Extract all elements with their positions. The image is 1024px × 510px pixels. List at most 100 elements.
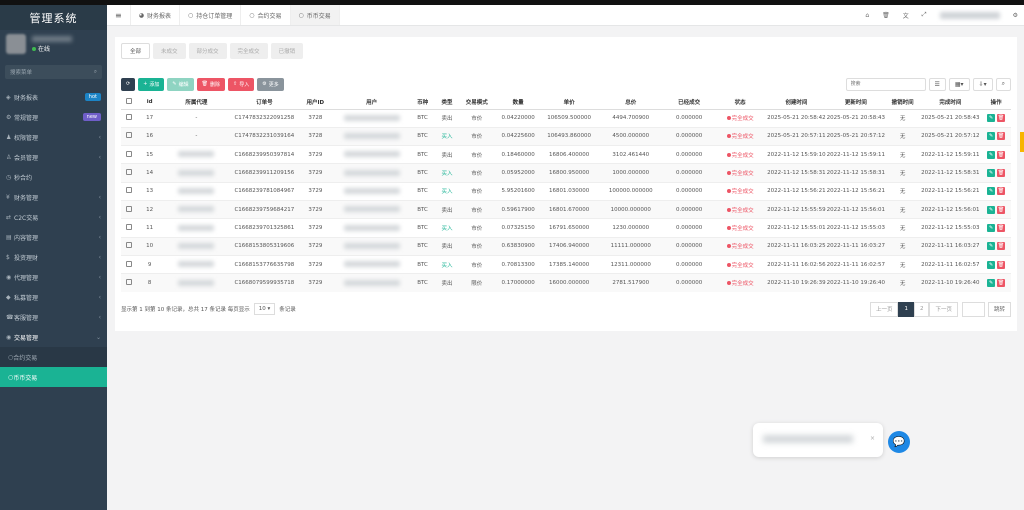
edit-row-icon[interactable]: ✎ — [987, 242, 996, 251]
sidebar-item-4[interactable]: ◷ 秒合约 — [0, 167, 107, 187]
edit-row-icon[interactable]: ✎ — [987, 114, 996, 123]
edit-row-icon[interactable]: ✎ — [987, 205, 996, 214]
table-row[interactable]: 12 C1668239759684217 3729 BTC 卖出 市价 0.59617900… — [121, 199, 1011, 219]
table-row[interactable]: 9 C1668153776635798 3729 BTC 买入 市价 0.70813300 1… — [121, 254, 1011, 274]
row-checkbox[interactable] — [121, 108, 138, 128]
submenu-item-1[interactable]: ○ 币币交易 — [0, 367, 107, 387]
table-row[interactable]: 15 C1668239950397814 3729 BTC 卖出 市价 0.18460000… — [121, 145, 1011, 164]
side-tab[interactable] — [1020, 132, 1024, 152]
edit-row-icon[interactable]: ✎ — [987, 187, 996, 196]
delete-row-icon[interactable]: 🗑 — [997, 132, 1006, 141]
delete-button[interactable]: 🗑 删除 — [196, 77, 226, 91]
add-button[interactable]: + 添加 — [138, 77, 165, 91]
sidebar-item-11[interactable]: ☎ 客服管理 ‹ — [0, 307, 107, 327]
translate-icon[interactable]: 文 — [903, 11, 909, 20]
avatar[interactable] — [6, 34, 26, 54]
menu-search[interactable]: 搜索菜单 ⌕ — [5, 65, 102, 79]
table-row[interactable]: 8 C1668079599935718 3729 BTC 卖出 限价 0.17000000 1… — [121, 273, 1011, 292]
chat-popup[interactable]: × — [753, 423, 883, 457]
sidebar-item-9[interactable]: ◉ 代理管理 ‹ — [0, 267, 107, 287]
delete-row-icon[interactable]: 🗑 — [997, 150, 1006, 159]
admin-name-blurred[interactable] — [939, 11, 1000, 19]
sidebar-item-10[interactable]: ◆ 私募管理 ‹ — [0, 287, 107, 307]
select-all-checkbox[interactable] — [121, 95, 138, 110]
nav-tab-0[interactable]: ◕ 财务报表 — [131, 5, 180, 25]
edit-row-icon[interactable]: ✎ — [987, 223, 996, 232]
page-size-select[interactable]: 10 ▾ — [253, 303, 276, 315]
sidebar-item-8[interactable]: $ 投资理财 ‹ — [0, 247, 107, 267]
row-checkbox[interactable] — [121, 199, 138, 219]
delete-row-icon[interactable]: 🗑 — [997, 223, 1006, 232]
nav-tab-2[interactable]: ○ 合约交易 — [241, 5, 291, 25]
table-row[interactable]: 16- C1747832231039164 3728 BTC 买入 市价 0.0422560… — [121, 126, 1011, 146]
page-1-button[interactable]: 1 — [898, 301, 914, 317]
filter-tab-1[interactable]: 未成交 — [153, 43, 186, 59]
table-row[interactable]: 14 C1668239911209156 3729 BTC 买入 市价 0.05952000… — [121, 163, 1011, 183]
home-icon[interactable]: ⌂ — [865, 12, 869, 19]
row-checkbox[interactable] — [121, 163, 138, 183]
row-checkbox[interactable] — [121, 254, 138, 274]
edit-row-icon[interactable]: ✎ — [987, 279, 996, 288]
delete-row-icon[interactable]: 🗑 — [997, 169, 1006, 178]
sidebar-item-1[interactable]: ⚙ 常规管理 new — [0, 107, 107, 127]
delete-row-icon[interactable]: 🗑 — [997, 242, 1006, 251]
sidebar-item-6[interactable]: ⇄ C2C交易 ‹ — [0, 207, 107, 227]
sidebar-item-label: C2C交易 — [14, 214, 39, 222]
toggle-view-button[interactable]: ☰ — [928, 77, 946, 91]
nav-tab-3[interactable]: ○ 币币交易 — [290, 5, 340, 25]
page-2-button[interactable]: 2 — [913, 301, 930, 317]
delete-row-icon[interactable]: 🗑 — [997, 187, 1006, 196]
sidebar-item-2[interactable]: ♟ 权限管理 ‹ — [0, 127, 107, 147]
fullscreen-icon[interactable]: ⤢ — [922, 11, 927, 19]
export-button[interactable]: ⇩▾ — [972, 77, 993, 91]
filter-tab-0[interactable]: 全部 — [121, 43, 151, 59]
search-input[interactable] — [845, 77, 926, 91]
sidebar-item-3[interactable]: ♙ 会员管理 ‹ — [0, 147, 107, 167]
row-checkbox[interactable] — [121, 145, 138, 164]
chat-close-icon[interactable]: × — [870, 435, 875, 442]
trash-icon[interactable]: 🗑 — [882, 12, 890, 19]
delete-row-icon[interactable]: 🗑 — [997, 260, 1006, 269]
advanced-search-button[interactable]: ⌕ — [995, 77, 1011, 91]
next-page-button[interactable]: 下一页 — [929, 301, 958, 317]
main-area: ≡ ◕ 财务报表 ○ 持仓订单管理 ○ 合约交易 ○ 币币交易 ⌂ 🗑 文 ⤢ ⚙ 全部 未成交… — [107, 5, 1024, 510]
sidebar-item-12[interactable]: ◉ 交易管理 ⌄ — [0, 327, 107, 347]
edit-button[interactable]: ✎ 编辑 — [167, 77, 194, 91]
tab-options-icon[interactable]: ⚙ — [1013, 12, 1018, 19]
chat-bubble-icon[interactable]: 💬 — [888, 431, 910, 453]
page-jump-button[interactable]: 跳转 — [987, 301, 1011, 317]
clock-icon: ◷ — [6, 173, 12, 181]
delete-row-icon[interactable]: 🗑 — [997, 205, 1006, 214]
table-row[interactable]: 10 C1668153805319606 3729 BTC 卖出 市价 0.63830900… — [121, 236, 1011, 256]
filter-tab-4[interactable]: 已撤销 — [270, 43, 304, 59]
import-button[interactable]: ⇧ 导入 — [228, 77, 255, 91]
prev-page-button[interactable]: 上一页 — [869, 301, 899, 317]
nav-tab-1[interactable]: ○ 持仓订单管理 — [180, 5, 242, 25]
sidebar-item-0[interactable]: ◈ 财务报表 hot — [0, 87, 107, 107]
sidebar-item-7[interactable]: ▤ 内容管理 ‹ — [0, 227, 107, 247]
table-row[interactable]: 17- C1747832322091258 3728 BTC 卖出 市价 0.0422000… — [121, 108, 1011, 128]
delete-row-icon[interactable]: 🗑 — [997, 114, 1006, 123]
more-button[interactable]: ⚙ 更多 — [257, 77, 284, 91]
row-checkbox[interactable] — [121, 181, 138, 201]
edit-row-icon[interactable]: ✎ — [987, 132, 996, 141]
submenu-item-0[interactable]: ○ 合约交易 — [0, 347, 107, 367]
row-checkbox[interactable] — [121, 236, 138, 256]
edit-row-icon[interactable]: ✎ — [987, 150, 996, 159]
row-checkbox[interactable] — [121, 273, 138, 292]
delete-row-icon[interactable]: 🗑 — [997, 279, 1006, 288]
filter-tab-2[interactable]: 部分成交 — [188, 43, 227, 59]
row-checkbox[interactable] — [121, 126, 138, 146]
page-jump-input[interactable] — [961, 301, 985, 317]
status-dot-icon — [726, 116, 731, 121]
sidebar-item-5[interactable]: ¥ 财务管理 ‹ — [0, 187, 107, 207]
edit-row-icon[interactable]: ✎ — [987, 260, 996, 269]
table-row[interactable]: 13 C1668239781084967 3729 BTC 买入 市价 5.95201600… — [121, 181, 1011, 201]
refresh-button[interactable]: ⟳ — [121, 77, 136, 91]
menu-toggle-icon[interactable]: ≡ — [107, 5, 131, 25]
table-row[interactable]: 11 C1668239701325861 3729 BTC 买入 市价 0.07325150… — [121, 218, 1011, 238]
edit-row-icon[interactable]: ✎ — [987, 169, 996, 178]
columns-button[interactable]: ▦▾ — [948, 77, 970, 91]
filter-tab-3[interactable]: 完全成交 — [229, 43, 268, 59]
row-checkbox[interactable] — [121, 218, 138, 238]
